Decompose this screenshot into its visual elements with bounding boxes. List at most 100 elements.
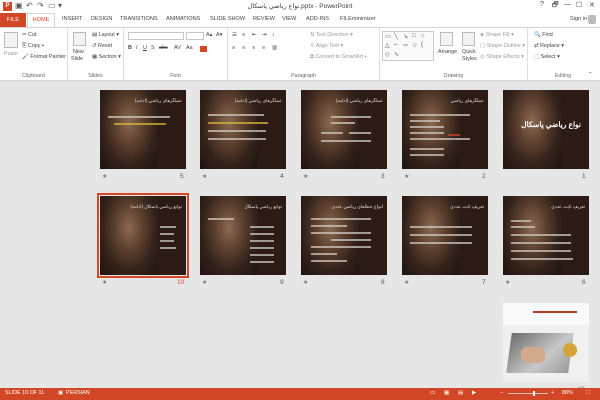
strikethrough-icon[interactable]: abc [159,45,168,51]
slide-thumbnail-7[interactable]: تعريف ثابت عددی [402,196,488,275]
transition-star-icon[interactable]: ★ [303,279,308,286]
language-status[interactable]: PERSIAN [66,390,90,396]
triangle-shape-icon[interactable]: △ [385,42,390,49]
tab-design[interactable]: DESIGN [91,16,112,22]
user-avatar-icon[interactable] [588,15,596,24]
justify-icon[interactable]: ≡ [262,45,265,51]
transition-star-icon[interactable]: ★ [202,279,207,286]
zoom-in-button[interactable]: + [551,390,554,396]
arrange-button[interactable]: Arrange [438,49,457,55]
oval-shape-icon[interactable]: ○ [421,33,425,39]
decrease-indent-icon[interactable]: ⇤ [252,32,257,38]
line-spacing-icon[interactable]: ↕ [272,32,275,38]
increase-font-icon[interactable]: A▴ [206,32,212,38]
convert-smartart-button[interactable]: ⧉ Convert to SmartArt ▾ [310,54,367,61]
char-spacing-icon[interactable]: AV [174,45,181,51]
textbox-shape-icon[interactable]: ▭ [385,33,391,40]
slide-thumbnail-8[interactable]: انواع خطاهای رياضي عددی [301,196,387,275]
collapse-ribbon-icon[interactable]: ⌃ [588,72,593,78]
slide-show-view-icon[interactable]: ▶ [472,390,476,396]
right-arrow-shape-icon[interactable]: ⇨ [403,42,408,49]
line-shape-icon[interactable]: ╲ [394,33,398,40]
slide-thumbnail-9[interactable]: توابع رياضي پاسکال [200,196,286,275]
connector-shape-icon[interactable]: ⌐ [394,42,398,48]
increase-indent-icon[interactable]: ⇥ [262,32,267,38]
font-color-icon[interactable] [200,46,207,52]
zoom-slider[interactable] [508,393,548,394]
slide-thumbnail-10[interactable]: توابع رياضي پاسکال (ادامه) [97,193,189,278]
slide-thumbnail-1[interactable]: نواع رياضي پاسکال [503,90,589,169]
paste-button[interactable]: Paste [4,51,18,57]
italic-icon[interactable]: I [136,45,138,51]
tab-add-ins[interactable]: ADD-INS [306,16,329,22]
shape-effects-button[interactable]: ◎ Shape Effects ▾ [480,54,524,60]
slide-thumbnail-2[interactable]: عملگرهای رياضي [402,90,488,169]
replace-button[interactable]: ⇄ Replace ▾ [534,43,564,49]
brace-shape-icon[interactable]: { [421,42,423,48]
language-icon[interactable]: ▣ [58,390,63,396]
slide-thumbnail-4[interactable]: عملگرهای رياضي (ادامه) [200,90,286,169]
columns-icon[interactable]: ▥ [272,45,277,51]
font-size-box[interactable] [186,32,204,40]
change-case-icon[interactable]: Aa [186,45,193,51]
tab-slide-show[interactable]: SLIDE SHOW [210,16,245,22]
shape-fill-button[interactable]: ◈ Shape Fill ▾ [480,32,514,38]
transition-star-icon[interactable]: ★ [404,279,409,286]
arrow-shape-icon[interactable]: ↘ [403,33,408,40]
align-text-button[interactable]: ⇳ Align Text ▾ [310,43,343,49]
format-painter-button[interactable]: 🖌 Format Painter [22,54,66,60]
bold-icon[interactable]: B [128,45,132,51]
shape-outline-button[interactable]: ▢ Shape Outline ▾ [480,43,525,49]
transition-star-icon[interactable]: ★ [202,173,207,180]
slide-thumbnail-6[interactable]: تعريف ثابت عددی [503,196,589,275]
rect-shape-icon[interactable]: □ [412,33,416,39]
tab-fileminimizer[interactable]: FILEminimizer [340,16,376,22]
tab-file[interactable]: FILE [0,13,26,27]
zoom-slider-handle[interactable] [533,391,535,396]
decrease-font-icon[interactable]: A▾ [216,32,222,38]
close-button[interactable]: ✕ [589,1,595,9]
quick-styles-icon[interactable] [462,32,475,46]
align-right-icon[interactable]: ≡ [252,45,255,51]
transition-star-icon[interactable]: ★ [303,173,308,180]
bullets-icon[interactable]: ☰ [232,32,237,38]
align-left-icon[interactable]: ≡ [232,45,235,51]
sign-in-link[interactable]: Sign in [570,16,587,22]
new-slide-icon[interactable] [73,32,86,46]
align-center-icon[interactable]: ≡ [242,45,245,51]
tab-insert[interactable]: INSERT [62,16,82,22]
transition-star-icon[interactable]: ★ [505,279,510,286]
ribbon-display-button[interactable]: 🗗 [552,1,559,12]
shadow-icon[interactable]: S [151,45,155,51]
maximize-button[interactable]: ☐ [576,1,582,9]
transition-star-icon[interactable]: ★ [102,279,107,286]
font-family-box[interactable] [128,32,184,40]
transition-star-icon[interactable]: ★ [404,173,409,180]
paste-icon[interactable] [4,32,18,48]
tab-animations[interactable]: ANIMATIONS [166,16,200,22]
underline-icon[interactable]: U [143,45,147,51]
text-direction-button[interactable]: ⇅ Text Direction ▾ [310,32,353,38]
numbering-icon[interactable]: ≡ [242,32,245,38]
cut-button[interactable]: ✂ Cut [22,32,36,38]
zoom-level[interactable]: 88% [562,390,573,396]
reading-view-icon[interactable]: ▤ [458,390,463,396]
minimize-button[interactable]: — [564,1,571,8]
normal-view-icon[interactable]: ▭ [430,390,435,396]
slide-count-status[interactable]: SLIDE 10 OF 11 [5,390,44,396]
slide-thumbnail-11[interactable] [503,303,589,382]
arrange-icon[interactable] [440,32,453,46]
slide-thumbnail-5[interactable]: عملگرهای رياضي (ادامه) [100,90,186,169]
transition-star-icon[interactable]: ★ [102,173,107,180]
curve-shape-icon[interactable]: ∿ [394,51,399,58]
zoom-out-button[interactable]: − [500,390,503,396]
layout-button[interactable]: ▤ Layout ▾ [92,32,119,38]
quick-styles-button[interactable]: Quick [462,49,476,55]
tab-view[interactable]: VIEW [282,16,296,22]
section-button[interactable]: ▦ Section ▾ [92,54,121,60]
callout-shape-icon[interactable]: ◇ [385,51,390,58]
copy-button[interactable]: ⎘ Copy ▾ [22,43,44,50]
slide-thumbnail-3[interactable]: عملگرهای رياضي (ادامه) [301,90,387,169]
select-button[interactable]: ⬚ Select ▾ [534,54,560,60]
tab-transitions[interactable]: TRANSITIONS [120,16,158,22]
